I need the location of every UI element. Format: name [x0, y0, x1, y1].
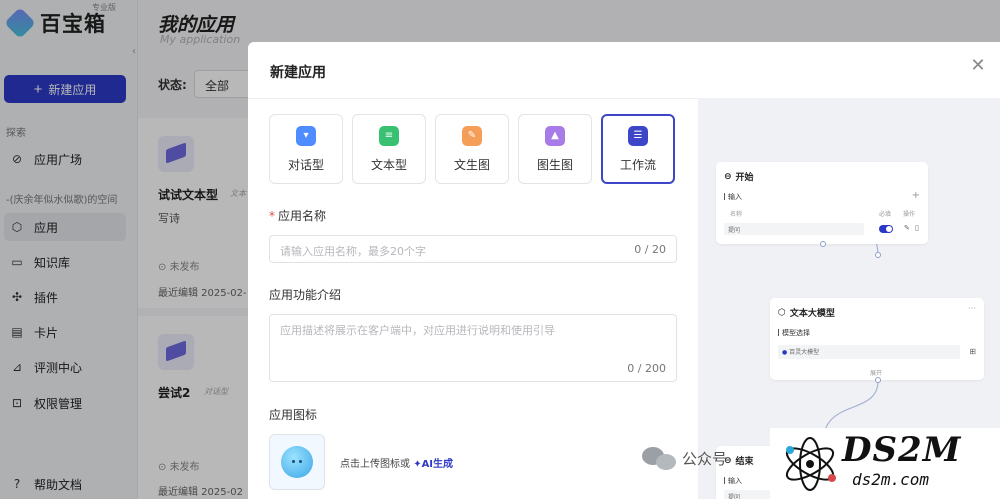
type-card-text-to-image[interactable]: ✎ 文生图	[435, 114, 509, 184]
app-desc-counter: 0 / 200	[627, 362, 666, 375]
atom-logo-icon	[785, 437, 836, 491]
ds2m-watermark: DS2M ds2m.com	[770, 428, 1000, 499]
start-node-title: ⊖ 开始	[724, 171, 754, 184]
add-icon[interactable]: +	[912, 190, 920, 201]
model-select[interactable]: ● 百灵大模型	[778, 345, 960, 359]
close-icon[interactable]: ✕	[968, 56, 988, 76]
power-icon: ⊖	[724, 171, 732, 182]
workflow-icon: ☰	[628, 125, 648, 146]
app-name-input[interactable]: 请输入应用名称，最多20个字 0 / 20	[269, 235, 677, 263]
app-icon-label: 应用图标	[269, 408, 318, 422]
app-type-selector: ▾ 对话型 ≡ 文本型 ✎ 文生图 ▲ 图生图 ☰ 工作流	[269, 114, 675, 184]
settings-icon[interactable]: ⊞	[969, 347, 976, 356]
dialog-title: 新建应用	[270, 65, 326, 81]
col-action: 操作	[903, 211, 916, 218]
image-icon: ▲	[545, 125, 565, 146]
app-name-placeholder: 请输入应用名称，最多20个字	[280, 245, 426, 258]
chat-icon: ▾	[296, 125, 316, 146]
type-card-label: 图生图	[536, 157, 573, 172]
llm-node-out-port[interactable]	[875, 377, 881, 383]
app-icon-upload[interactable]	[269, 434, 325, 490]
start-node[interactable]: ⊖ 开始 输入 + 名称 必填 操作 提问 ✎ ▯	[716, 162, 928, 244]
type-card-chat[interactable]: ▾ 对话型	[269, 114, 343, 184]
wechat-watermark-text: 公众号	[682, 449, 728, 468]
brand-url: ds2m.com	[852, 470, 930, 489]
type-card-label: 文本型	[370, 157, 407, 172]
upload-hint: 点击上传图标或 ✦AI生成	[340, 459, 454, 470]
more-icon[interactable]: ···	[968, 304, 976, 313]
app-name-label: * 应用名称	[269, 209, 327, 223]
required-toggle[interactable]	[879, 225, 893, 233]
col-required: 必填	[879, 211, 892, 218]
type-card-image-to-image[interactable]: ▲ 图生图	[518, 114, 592, 184]
wechat-icon	[642, 445, 676, 471]
app-desc-placeholder: 应用描述将展示在客户端中，对应用进行说明和使用引导	[280, 324, 555, 337]
type-card-text[interactable]: ≡ 文本型	[352, 114, 426, 184]
end-node-input-label: 输入	[724, 477, 742, 485]
edit-icon[interactable]: ✎	[904, 224, 910, 232]
app-avatar-icon	[281, 446, 313, 478]
col-name: 名称	[730, 211, 743, 218]
ai-generate-link[interactable]: ✦AI生成	[413, 459, 453, 470]
app-name-counter: 0 / 20	[634, 243, 666, 256]
type-card-label: 对话型	[287, 157, 324, 172]
llm-node-model-label: 模型选择	[778, 329, 810, 337]
llm-node[interactable]: ⬡ 文本大模型 ··· 模型选择 ● 百灵大模型 ⊞ 展开	[770, 298, 984, 380]
end-node-title: ⊖ 结束	[724, 455, 754, 468]
model-logo-icon: ●	[782, 349, 788, 356]
feather-icon: ✎	[462, 125, 482, 146]
type-card-label: 文生图	[453, 157, 490, 172]
text-icon: ≡	[379, 125, 399, 146]
llm-node-in-port[interactable]	[875, 252, 881, 258]
start-node-input-label: 输入	[724, 193, 742, 201]
app-desc-textarea[interactable]: 应用描述将展示在客户端中，对应用进行说明和使用引导 0 / 200	[269, 314, 677, 382]
cube-icon: ⬡	[778, 307, 786, 318]
start-node-out-port[interactable]	[820, 241, 826, 247]
app-desc-label: 应用功能介绍	[269, 288, 342, 302]
type-card-label: 工作流	[619, 157, 656, 172]
brand-text: DS2M	[842, 430, 962, 470]
llm-node-title: ⬡ 文本大模型	[778, 307, 835, 320]
trash-icon[interactable]: ▯	[915, 224, 919, 232]
start-node-param-input[interactable]: 提问	[724, 223, 864, 235]
type-card-workflow[interactable]: ☰ 工作流	[601, 114, 675, 184]
expand-toggle[interactable]: 展开	[870, 368, 882, 377]
wechat-watermark: 公众号	[642, 445, 727, 471]
